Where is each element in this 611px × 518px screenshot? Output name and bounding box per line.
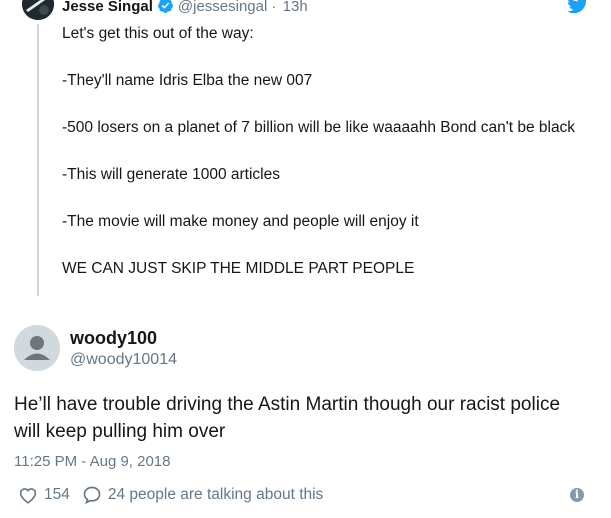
header-separator: · [271,0,277,15]
quoted-avatar[interactable] [22,0,54,20]
tweet-actions: 154 24 people are talking about this [18,484,323,506]
author-handle[interactable]: @woody10014 [70,350,177,370]
default-avatar-icon[interactable] [14,325,60,371]
quoted-author-name[interactable]: Jesse Singal [62,0,153,15]
tweet-timestamp[interactable]: 11:25 PM - Aug 9, 2018 [14,452,171,472]
quoted-paragraph: -They'll name Idris Elba the new 007 [62,72,313,89]
info-icon[interactable]: i [570,488,584,502]
quoted-tweet-body: Let's get this out of the way: -They'll … [62,22,592,281]
tweet-text: He’ll have trouble driving the Astin Mar… [14,394,561,442]
like-count: 154 [44,486,70,503]
conversation-button[interactable]: 24 people are talking about this [82,485,323,505]
quoted-author-handle[interactable]: @jessesingal [178,0,267,15]
quoted-paragraph: -500 losers on a planet of 7 billion wil… [62,119,576,136]
conversation-count: 24 people are talking about this [107,486,324,503]
quoted-header: Jesse Singal @jessesingal · 13h [62,0,308,19]
quoted-paragraph: -The movie will make money and people wi… [62,213,419,230]
quoted-paragraph: -This will generate 1000 articles [62,166,280,183]
quoted-timestamp[interactable]: 13h [283,0,308,15]
twitter-bird-icon[interactable] [567,0,589,19]
heart-icon [18,486,38,504]
quoted-avatar-image [22,0,54,20]
thread-line [37,24,39,296]
quoted-paragraph: WE CAN JUST SKIP THE MIDDLE PART PEOPLE [62,260,415,277]
verified-badge-icon [157,0,174,19]
quoted-paragraph: Let's get this out of the way: [62,25,254,42]
author-name[interactable]: woody100 [70,327,157,349]
like-button[interactable]: 154 [18,486,70,504]
reply-bubble-icon [82,485,102,505]
